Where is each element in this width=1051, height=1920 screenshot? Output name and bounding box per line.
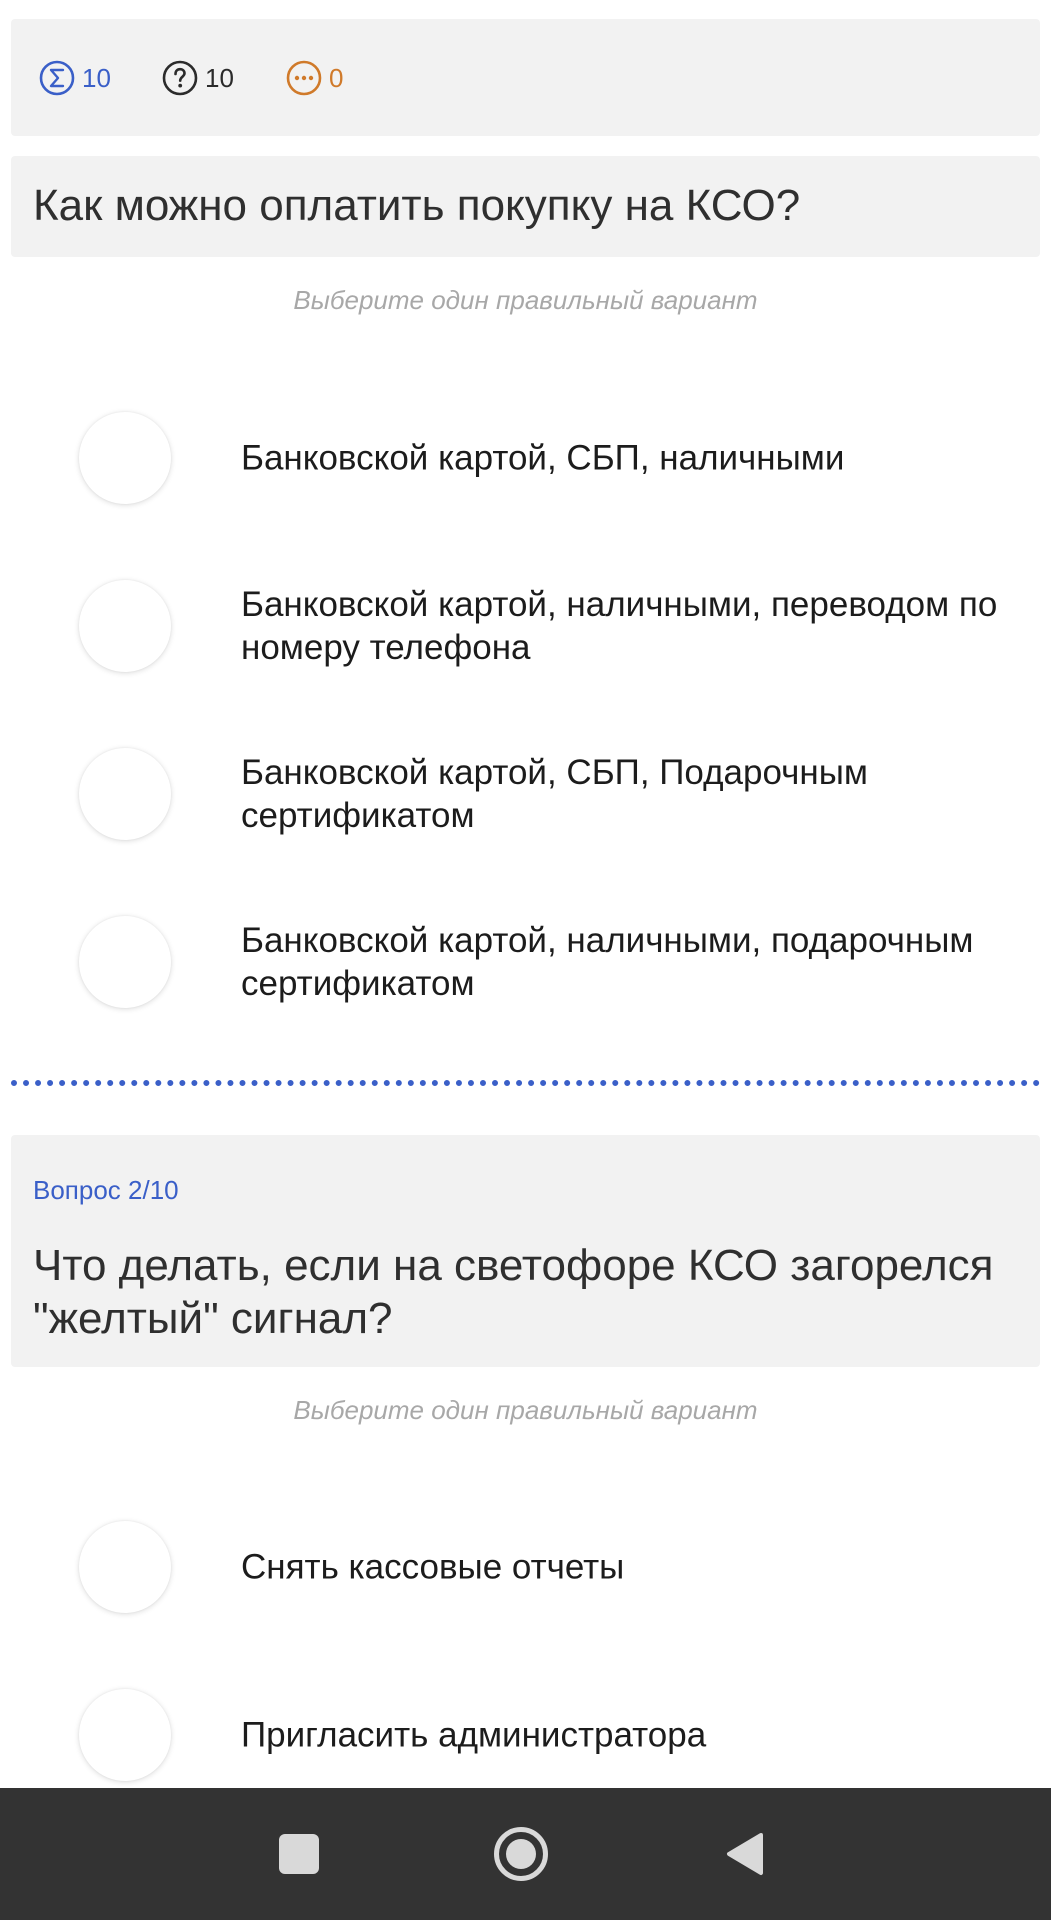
question-counter: Вопрос 2/10 [33,1175,179,1205]
answer-option-label: Банковской картой, СБП, Подарочным серти… [241,753,868,835]
quiz-screen: 10 10 0 Как можно оплатить покупку на КС… [0,0,1051,1920]
radio-button[interactable] [79,748,171,840]
stat-total: 10 [39,60,111,96]
answer-option[interactable]: Пригласить администратора [0,1675,1051,1795]
answer-option[interactable]: Банковской картой, СБП, Подарочным серти… [0,734,1051,854]
stat-pending: 0 [286,60,343,96]
answer-option-label: Снять кассовые отчеты [241,1547,625,1587]
question-2-hint: Выберите один правильный вариант [293,1395,758,1425]
answer-option[interactable]: Снять кассовые отчеты [0,1507,1051,1627]
question-1-card: Как можно оплатить покупку на КСО? [11,156,1040,257]
stat-total-value: 10 [82,63,111,93]
answer-option-label: Банковской картой, наличными, переводом … [241,585,998,667]
answer-option-label: Пригласить администратора [241,1715,707,1755]
question-2-card: Вопрос 2/10 Что делать, если на светофор… [11,1135,1040,1367]
question-2-text: Что делать, если на светофоре КСО загоре… [33,1241,994,1343]
recents-button[interactable] [258,1817,340,1891]
answer-option-label: Банковской картой, наличными, подарочным… [241,921,974,1003]
question-1-text: Как можно оплатить покупку на КСО? [33,181,801,230]
stat-pending-value: 0 [329,63,344,93]
question-1-hint: Выберите один правильный вариант [293,285,758,315]
dots-circle-icon [286,60,322,96]
question-circle-icon [162,60,198,96]
radio-button[interactable] [79,1521,171,1613]
answer-option[interactable]: Банковской картой, наличными, подарочным… [0,902,1051,1022]
answer-option[interactable]: Банковской картой, СБП, наличными [0,398,1051,518]
stat-questions: 10 [162,60,234,96]
answer-option[interactable]: Банковской картой, наличными, переводом … [0,566,1051,686]
stats-bar: 10 10 0 [11,19,1040,136]
question-divider [11,1080,1040,1086]
radio-button[interactable] [79,916,171,1008]
radio-button[interactable] [79,1689,171,1781]
square-icon [279,1834,319,1874]
sigma-circle-icon [39,60,75,96]
answer-option-label: Банковской картой, СБП, наличными [241,438,845,478]
circle-icon [494,1827,548,1881]
radio-button[interactable] [79,580,171,672]
home-button[interactable] [480,1817,562,1891]
system-nav-bar [0,1788,1051,1920]
back-button[interactable] [703,1817,785,1891]
stat-questions-value: 10 [205,63,234,93]
radio-button[interactable] [79,412,171,504]
triangle-back-icon [727,1833,763,1875]
